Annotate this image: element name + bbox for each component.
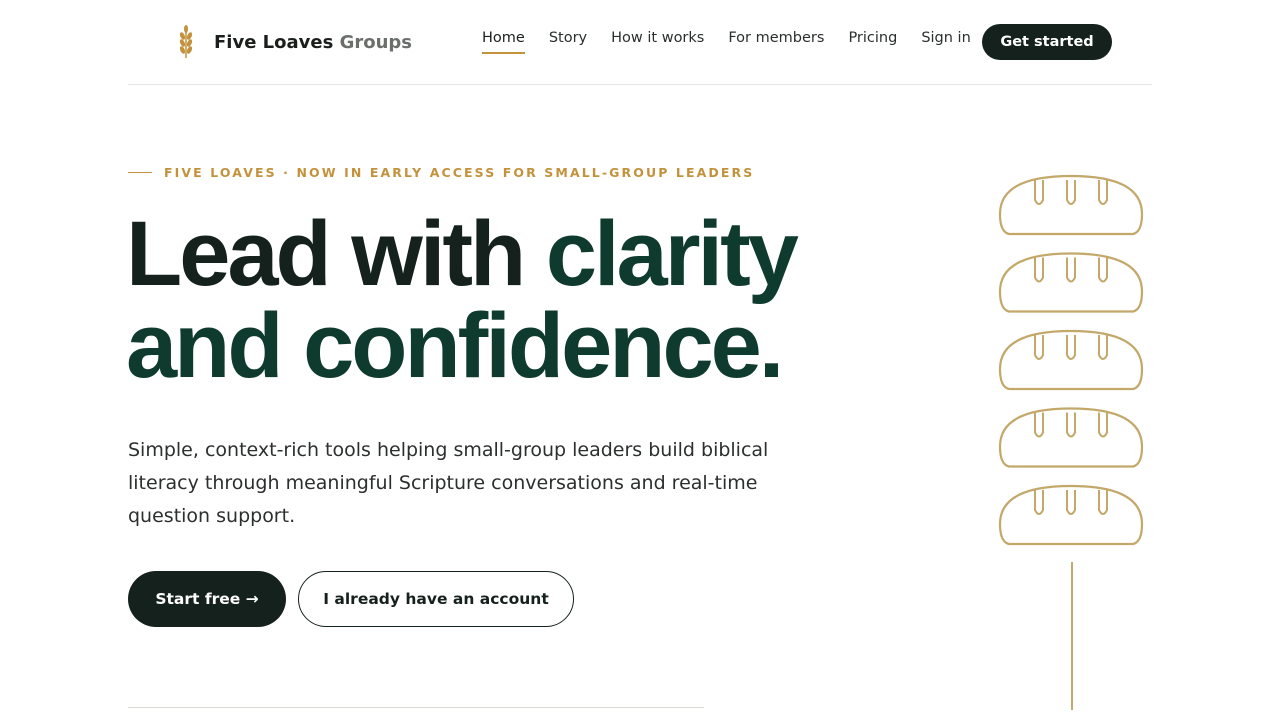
- nav-pricing[interactable]: Pricing: [848, 30, 897, 54]
- nav-how-it-works[interactable]: How it works: [611, 30, 704, 54]
- main-nav: Home Story How it works For members Pric…: [482, 30, 971, 54]
- have-account-button[interactable]: I already have an account: [298, 571, 574, 627]
- brand-name-secondary: Groups: [339, 31, 413, 53]
- nav-home[interactable]: Home: [482, 30, 525, 54]
- bread-loaf-icon: [998, 407, 1144, 468]
- bread-loaf-icon: [998, 252, 1144, 313]
- start-free-button[interactable]: Start free →: [128, 571, 286, 627]
- hero-headline: Lead with clarity and confidence.: [126, 208, 799, 392]
- hero-eyebrow: FIVE LOAVES · NOW IN EARLY ACCESS FOR SM…: [128, 165, 754, 180]
- brand-name: Five Loaves Groups: [214, 32, 412, 53]
- bread-loaf-icon: [998, 484, 1144, 546]
- site-header: Five Loaves Groups Home Story How it wor…: [128, 0, 1152, 85]
- headline-part2: clarity: [545, 203, 799, 305]
- eyebrow-rule: [128, 172, 152, 173]
- brand-name-primary: Five Loaves: [214, 31, 334, 53]
- bread-loaf-icon: [998, 329, 1144, 391]
- eyebrow-text: FIVE LOAVES · NOW IN EARLY ACCESS FOR SM…: [164, 165, 755, 180]
- nav-for-members[interactable]: For members: [728, 30, 824, 54]
- wheat-icon: [179, 25, 193, 58]
- brand-logo[interactable]: Five Loaves Groups: [176, 24, 412, 60]
- get-started-button[interactable]: Get started: [982, 24, 1112, 60]
- section-divider: [128, 707, 704, 708]
- headline-line2: and confidence.: [126, 295, 784, 397]
- nav-sign-in[interactable]: Sign in: [921, 30, 970, 54]
- hero-lede: Simple, context-rich tools helping small…: [128, 439, 769, 527]
- bread-loaf-icon: [998, 174, 1144, 236]
- bread-loaves-illustration: [998, 174, 1144, 710]
- headline-part1: Lead with: [126, 203, 546, 305]
- nav-story[interactable]: Story: [549, 30, 587, 54]
